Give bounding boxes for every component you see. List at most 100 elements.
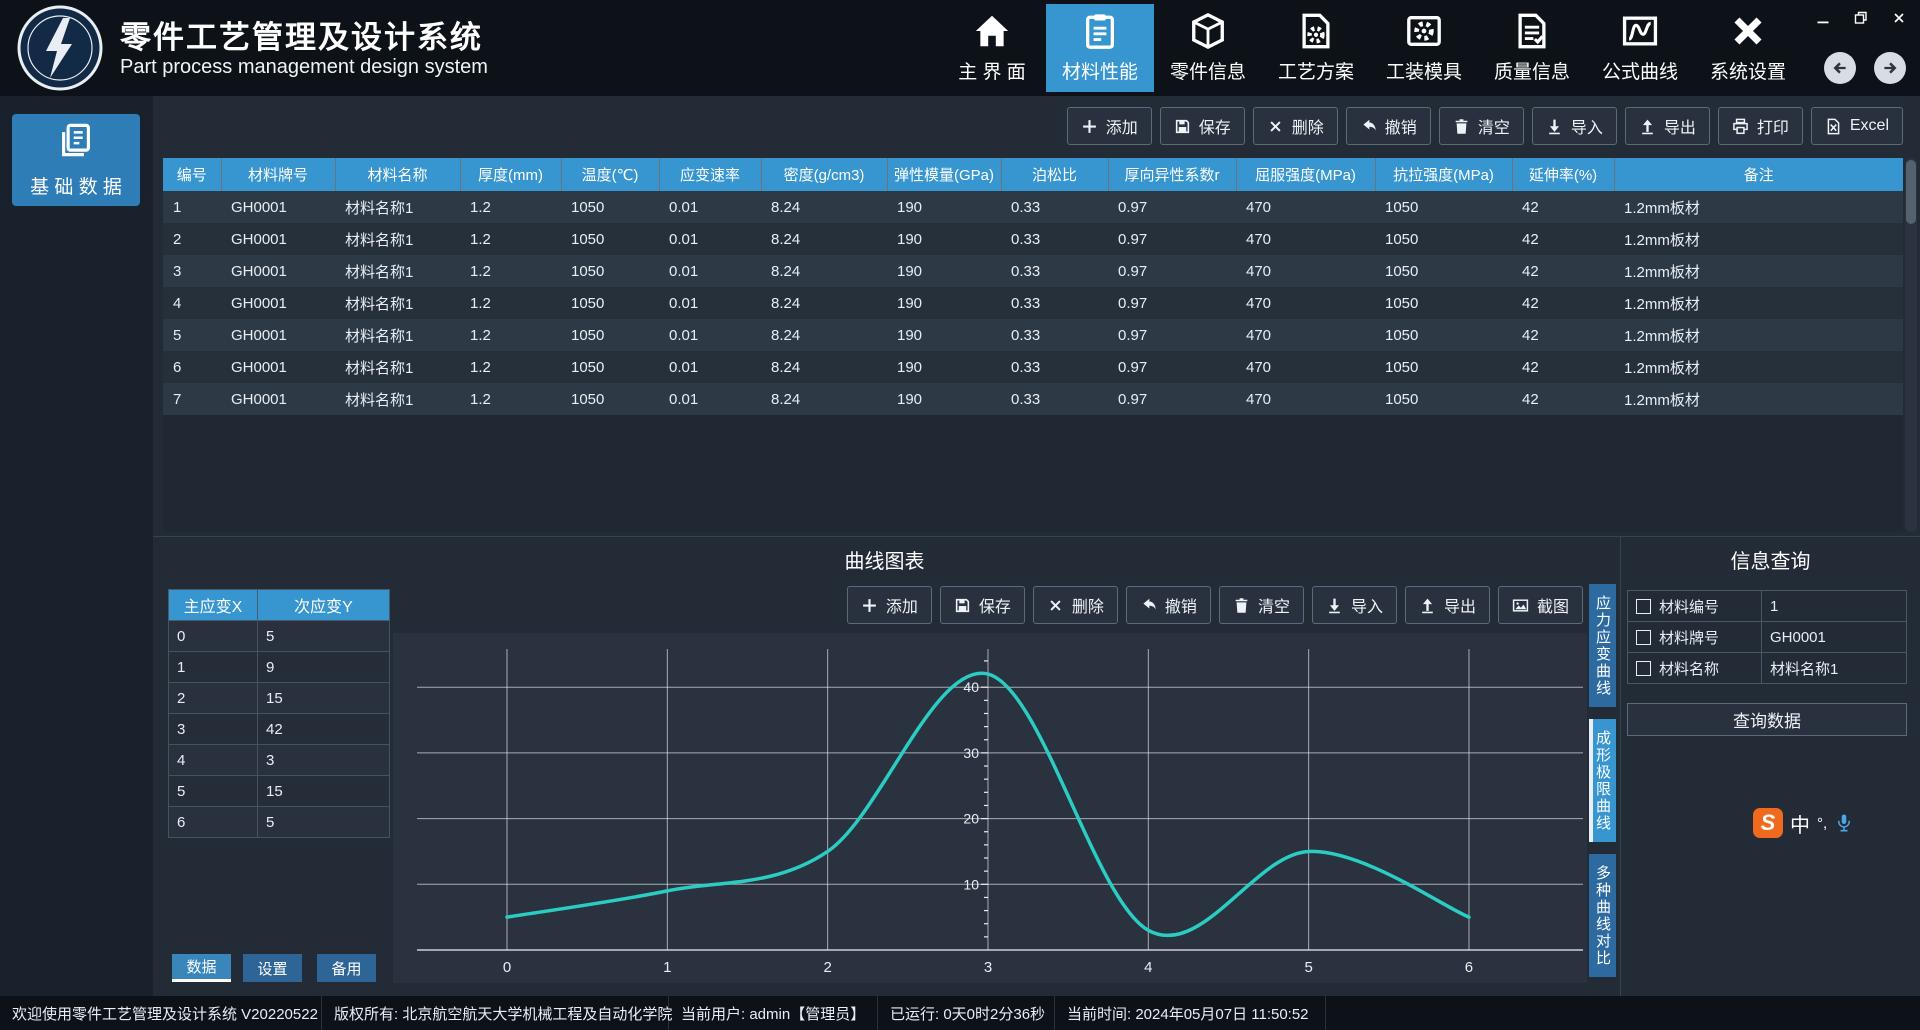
table-cell[interactable]: 1.2 bbox=[460, 383, 561, 415]
table-cell[interactable]: 0.97 bbox=[1108, 351, 1236, 383]
nav-back-button[interactable] bbox=[1824, 52, 1856, 84]
table-row[interactable]: 5 GH0001 材料名称1 1.2 1050 0.01 8.24 190 0.33 0.97 47… bbox=[163, 319, 1903, 351]
table-cell[interactable]: 1.2 bbox=[460, 255, 561, 287]
table-cell[interactable]: 8.24 bbox=[761, 287, 887, 319]
table-cell[interactable]: 470 bbox=[1236, 255, 1375, 287]
table-cell[interactable]: 0.01 bbox=[659, 255, 761, 287]
close-button[interactable] bbox=[1886, 6, 1912, 30]
table-cell[interactable]: 470 bbox=[1236, 223, 1375, 255]
table-export-button[interactable]: 导出 bbox=[1624, 107, 1710, 145]
column-header[interactable]: 应变速率 bbox=[659, 158, 762, 191]
strain-row[interactable]: 19 bbox=[168, 651, 390, 683]
strain-cell[interactable]: 42 bbox=[257, 713, 390, 745]
table-scrollbar-thumb[interactable] bbox=[1906, 160, 1916, 224]
table-cell[interactable]: 1.2 bbox=[460, 351, 561, 383]
strain-cell[interactable]: 9 bbox=[257, 651, 390, 683]
strain-row[interactable]: 65 bbox=[168, 806, 390, 838]
query-field-value-material-grade[interactable]: GH0001 bbox=[1762, 622, 1906, 652]
table-cell[interactable]: 190 bbox=[887, 287, 1001, 319]
table-cell[interactable]: 0.33 bbox=[1001, 255, 1108, 287]
nav-item-system-settings[interactable]: 系统设置 bbox=[1694, 4, 1802, 92]
chart-clear-button[interactable]: 清空 bbox=[1218, 586, 1304, 624]
nav-item-process-plan[interactable]: 工艺方案 bbox=[1262, 4, 1370, 92]
strain-cell[interactable]: 6 bbox=[168, 806, 258, 838]
query-data-button[interactable]: 查询数据 bbox=[1627, 703, 1907, 736]
chart-add-button[interactable]: 添加 bbox=[846, 586, 932, 624]
table-cell[interactable]: 1.2 bbox=[460, 319, 561, 351]
table-print-button[interactable]: 打印 bbox=[1717, 107, 1803, 145]
query-field-value-material-id[interactable]: 1 bbox=[1762, 591, 1906, 621]
column-header[interactable]: 屈服强度(MPa) bbox=[1236, 158, 1376, 191]
column-header[interactable]: 厚向异性系数r bbox=[1108, 158, 1237, 191]
table-cell[interactable]: GH0001 bbox=[221, 255, 335, 287]
checkbox-material-grade[interactable] bbox=[1636, 629, 1651, 645]
table-cell[interactable]: 0.01 bbox=[659, 223, 761, 255]
column-header[interactable]: 密度(g/cm3) bbox=[761, 158, 888, 191]
microphone-icon[interactable] bbox=[1834, 813, 1854, 833]
table-cell[interactable]: 1.2mm板材 bbox=[1614, 383, 1903, 415]
table-cell[interactable]: 0.33 bbox=[1001, 287, 1108, 319]
table-cell[interactable]: 0.97 bbox=[1108, 223, 1236, 255]
strain-cell[interactable]: 15 bbox=[257, 682, 390, 714]
table-cell[interactable]: 42 bbox=[1512, 191, 1614, 223]
minimize-button[interactable] bbox=[1810, 6, 1836, 30]
nav-item-part-info[interactable]: 零件信息 bbox=[1154, 4, 1262, 92]
table-cell[interactable]: 190 bbox=[887, 191, 1001, 223]
column-header[interactable]: 编号 bbox=[163, 158, 222, 191]
table-cell[interactable]: 470 bbox=[1236, 191, 1375, 223]
ime-logo[interactable]: S bbox=[1753, 808, 1783, 838]
strain-row[interactable]: 5 15 bbox=[168, 775, 390, 807]
table-cell[interactable]: 5 bbox=[163, 319, 221, 351]
query-field-value-material-name[interactable]: 材料名称1 bbox=[1762, 653, 1906, 683]
checkbox-material-id[interactable] bbox=[1636, 598, 1651, 614]
table-cell[interactable]: 42 bbox=[1512, 255, 1614, 287]
column-header[interactable]: 弹性模量(GPa) bbox=[887, 158, 1002, 191]
table-cell[interactable]: 1.2mm板材 bbox=[1614, 319, 1903, 351]
table-cell[interactable]: 0.97 bbox=[1108, 319, 1236, 351]
nav-item-material-performance[interactable]: 材料性能 bbox=[1046, 4, 1154, 92]
table-cell[interactable]: 1050 bbox=[1375, 255, 1512, 287]
table-cell[interactable]: 0.01 bbox=[659, 287, 761, 319]
table-cell[interactable]: 0.33 bbox=[1001, 351, 1108, 383]
table-cell[interactable]: 1.2mm板材 bbox=[1614, 191, 1903, 223]
table-cell[interactable]: GH0001 bbox=[221, 319, 335, 351]
table-cell[interactable]: GH0001 bbox=[221, 191, 335, 223]
table-cell[interactable]: 2 bbox=[163, 223, 221, 255]
table-cell[interactable]: 6 bbox=[163, 351, 221, 383]
table-undo-button[interactable]: 撤销 bbox=[1345, 107, 1431, 145]
ime-language-mode[interactable]: 中 bbox=[1790, 809, 1810, 838]
table-cell[interactable]: 1 bbox=[163, 191, 221, 223]
table-cell[interactable]: 0.97 bbox=[1108, 287, 1236, 319]
table-cell[interactable]: 1.2mm板材 bbox=[1614, 223, 1903, 255]
table-cell[interactable]: 190 bbox=[887, 223, 1001, 255]
table-cell[interactable]: 1050 bbox=[561, 287, 659, 319]
table-cell[interactable]: 0.33 bbox=[1001, 383, 1108, 415]
strain-row[interactable]: 2 15 bbox=[168, 682, 390, 714]
nav-forward-button[interactable] bbox=[1874, 52, 1906, 84]
strain-cell[interactable]: 2 bbox=[168, 682, 258, 714]
tab-data[interactable]: 数据 bbox=[172, 954, 231, 982]
column-header[interactable]: 抗拉强度(MPa) bbox=[1375, 158, 1513, 191]
table-cell[interactable]: 1050 bbox=[561, 223, 659, 255]
nav-item-main[interactable]: 主 界 面 bbox=[938, 4, 1046, 92]
table-cell[interactable]: 1050 bbox=[1375, 287, 1512, 319]
chart-undo-button[interactable]: 撤销 bbox=[1125, 586, 1211, 624]
strain-cell[interactable]: 4 bbox=[168, 744, 258, 776]
table-add-button[interactable]: 添加 bbox=[1066, 107, 1152, 145]
checkbox-material-name[interactable] bbox=[1636, 660, 1651, 676]
table-cell[interactable]: 1.2mm板材 bbox=[1614, 351, 1903, 383]
table-cell[interactable]: 8.24 bbox=[761, 223, 887, 255]
table-cell[interactable]: GH0001 bbox=[221, 383, 335, 415]
strain-cell[interactable]: 1 bbox=[168, 651, 258, 683]
table-cell[interactable]: 8.24 bbox=[761, 255, 887, 287]
strain-cell[interactable]: 3 bbox=[257, 744, 390, 776]
table-cell[interactable]: 190 bbox=[887, 319, 1001, 351]
table-cell[interactable]: 190 bbox=[887, 351, 1001, 383]
table-cell[interactable]: 8.24 bbox=[761, 191, 887, 223]
table-cell[interactable]: 1.2 bbox=[460, 223, 561, 255]
tab-forming-limit-curve[interactable]: 成形极限曲线 bbox=[1589, 719, 1616, 842]
table-cell[interactable]: 1050 bbox=[1375, 351, 1512, 383]
strain-cell[interactable]: 5 bbox=[168, 775, 258, 807]
table-row[interactable]: 4 GH0001 材料名称1 1.2 1050 0.01 8.24 190 0.33 0.97 47… bbox=[163, 287, 1903, 319]
table-excel-button[interactable]: Excel bbox=[1810, 107, 1903, 145]
